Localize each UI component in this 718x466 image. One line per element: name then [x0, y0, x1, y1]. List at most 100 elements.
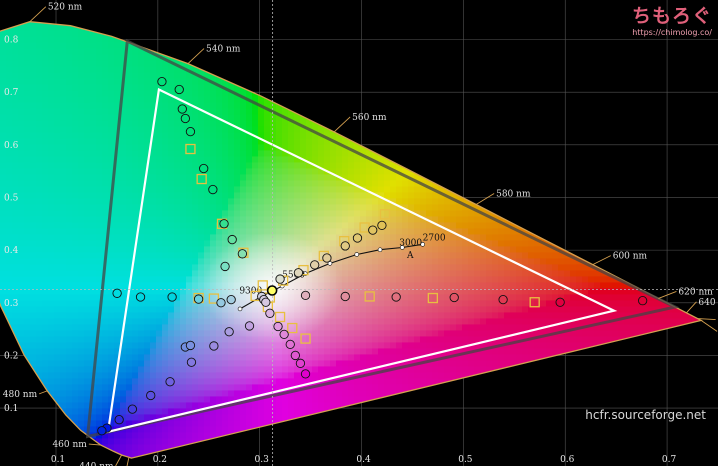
- chromaticity-cell: [126, 390, 133, 398]
- chromaticity-cell: [288, 66, 295, 74]
- chromaticity-cell: [120, 252, 127, 260]
- chromaticity-cell: [354, 378, 361, 386]
- chromaticity-cell: [360, 54, 367, 62]
- chromaticity-cell: [6, 456, 13, 459]
- chromaticity-cell: [144, 210, 151, 218]
- chromaticity-cell: [138, 252, 145, 260]
- chromaticity-cell: [348, 162, 355, 170]
- chromaticity-cell: [18, 324, 25, 332]
- chromaticity-cell: [348, 408, 355, 416]
- chromaticity-cell: [168, 450, 175, 458]
- chromaticity-cell: [42, 96, 49, 104]
- chromaticity-cell: [24, 126, 31, 134]
- chromaticity-cell: [378, 258, 385, 266]
- chromaticity-cell: [18, 138, 25, 146]
- chromaticity-cell: [138, 234, 145, 242]
- chromaticity-cell: [102, 174, 109, 182]
- chromaticity-cell: [66, 168, 73, 176]
- chromaticity-cell: [252, 120, 259, 128]
- chromaticity-cell: [174, 396, 181, 404]
- chromaticity-cell: [366, 66, 373, 74]
- chromaticity-cell: [336, 360, 343, 368]
- chromaticity-cell: [312, 114, 319, 122]
- chromaticity-cell: [384, 294, 391, 302]
- chromaticity-cell: [264, 21, 271, 26]
- chromaticity-cell: [366, 90, 373, 98]
- chromaticity-cell: [234, 66, 241, 74]
- chromaticity-cell: [72, 384, 79, 392]
- chromaticity-cell: [54, 324, 61, 332]
- chromaticity-cell: [24, 444, 31, 452]
- chromaticity-cell: [336, 210, 343, 218]
- chromaticity-cell: [72, 54, 79, 62]
- chromaticity-cell: [348, 318, 355, 326]
- chromaticity-cell: [180, 228, 187, 236]
- chromaticity-cell: [258, 168, 265, 176]
- chromaticity-cell: [342, 126, 349, 134]
- chromaticity-cell: [336, 414, 343, 422]
- chromaticity-cell: [372, 240, 379, 248]
- chromaticity-cell: [132, 204, 139, 212]
- chromaticity-cell: [294, 72, 301, 80]
- chromaticity-cell: [396, 372, 403, 380]
- chromaticity-cell: [48, 240, 55, 248]
- chromaticity-cell: [72, 36, 79, 44]
- chromaticity-cell: [354, 216, 361, 224]
- chromaticity-cell: [306, 204, 313, 212]
- chromaticity-cell: [336, 48, 343, 56]
- chromaticity-cell: [216, 378, 223, 386]
- chromaticity-cell: [258, 360, 265, 368]
- chromaticity-cell: [132, 150, 139, 158]
- chromaticity-cell: [228, 108, 235, 116]
- chromaticity-cell: [330, 348, 337, 356]
- chromaticity-cell: [42, 114, 49, 122]
- chromaticity-cell: [390, 324, 397, 332]
- chromaticity-cell: [120, 120, 127, 128]
- chromaticity-cell: [108, 138, 115, 146]
- chromaticity-cell: [72, 378, 79, 386]
- chromaticity-cell: [330, 204, 337, 212]
- chromaticity-cell: [204, 366, 211, 374]
- chromaticity-cell: [258, 366, 265, 374]
- chromaticity-cell: [216, 90, 223, 98]
- chromaticity-cell: [216, 174, 223, 182]
- chromaticity-cell: [114, 402, 121, 410]
- chromaticity-cell: [120, 390, 127, 398]
- chromaticity-cell: [156, 30, 163, 38]
- chromaticity-cell: [300, 90, 307, 98]
- chromaticity-cell: [102, 198, 109, 206]
- chromaticity-cell: [156, 228, 163, 236]
- chromaticity-cell: [198, 156, 205, 164]
- chromaticity-cell: [126, 318, 133, 326]
- chromaticity-cell: [204, 102, 211, 110]
- chromaticity-cell: [354, 42, 361, 50]
- chromaticity-cell: [66, 366, 73, 374]
- chromaticity-cell: [150, 426, 157, 434]
- chromaticity-cell: [318, 420, 325, 428]
- chromaticity-cell: [144, 228, 151, 236]
- chromaticity-cell: [288, 168, 295, 176]
- chromaticity-cell: [288, 366, 295, 374]
- chromaticity-cell: [0, 444, 7, 452]
- chromaticity-cell: [96, 186, 103, 194]
- chromaticity-cell: [312, 342, 319, 350]
- chromaticity-cell: [282, 24, 289, 32]
- chromaticity-cell: [6, 270, 13, 278]
- chromaticity-cell: [234, 354, 241, 362]
- chromaticity-cell: [294, 456, 301, 459]
- chromaticity-cell: [306, 354, 313, 362]
- chromaticity-cell: [390, 384, 397, 392]
- chromaticity-cell: [198, 270, 205, 278]
- chromaticity-cell: [390, 396, 397, 404]
- chromaticity-cell: [372, 408, 379, 416]
- chromaticity-cell: [126, 198, 133, 206]
- chromaticity-cell: [270, 30, 277, 38]
- chromaticity-cell: [42, 84, 49, 92]
- chromaticity-cell: [360, 162, 367, 170]
- chromaticity-cell: [324, 210, 331, 218]
- chromaticity-cell: [396, 222, 403, 230]
- chromaticity-cell: [318, 72, 325, 80]
- chromaticity-cell: [24, 90, 31, 98]
- chromaticity-cell: [324, 426, 331, 434]
- chromaticity-cell: [120, 408, 127, 416]
